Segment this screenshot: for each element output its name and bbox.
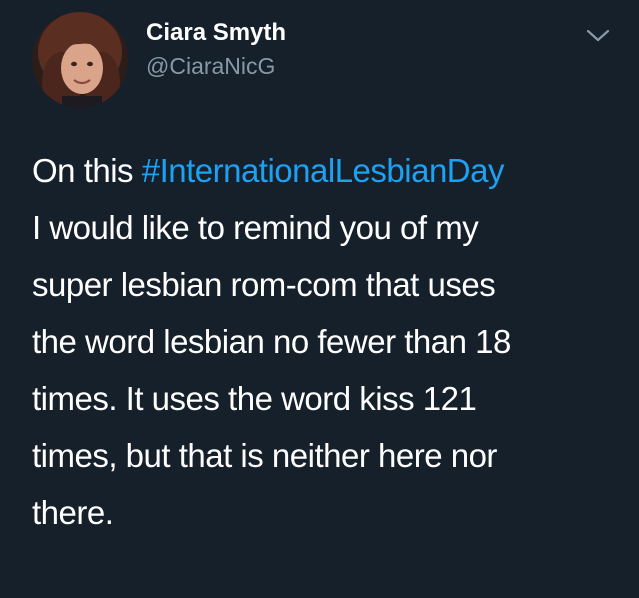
tweet-text-line: times, but that is neither here nor: [32, 437, 497, 474]
tweet-text-line: times. It uses the word kiss 121: [32, 380, 477, 417]
chevron-down-icon[interactable]: [584, 24, 612, 46]
tweet-text-line: there.: [32, 494, 114, 531]
tweet-text-line: I would like to remind you of my: [32, 209, 479, 246]
tweet-text-line: the word lesbian no fewer than 18: [32, 323, 511, 360]
tweet-text: On this #InternationalLesbianDay I would…: [32, 142, 627, 541]
avatar[interactable]: [32, 12, 128, 108]
avatar-image: [32, 12, 128, 108]
tweet-text-line: On this #InternationalLesbianDay: [32, 142, 627, 199]
tweet-card: Ciara Smyth @CiaraNicG On this #Internat…: [0, 0, 639, 598]
hashtag-link[interactable]: #InternationalLesbianDay: [142, 152, 505, 189]
display-name[interactable]: Ciara Smyth: [146, 18, 286, 48]
tweet-text-line: super lesbian rom-com that uses: [32, 266, 496, 303]
tweet-header: Ciara Smyth @CiaraNicG: [146, 18, 286, 81]
tweet-text-prefix: On this: [32, 152, 142, 189]
user-handle[interactable]: @CiaraNicG: [146, 51, 286, 81]
